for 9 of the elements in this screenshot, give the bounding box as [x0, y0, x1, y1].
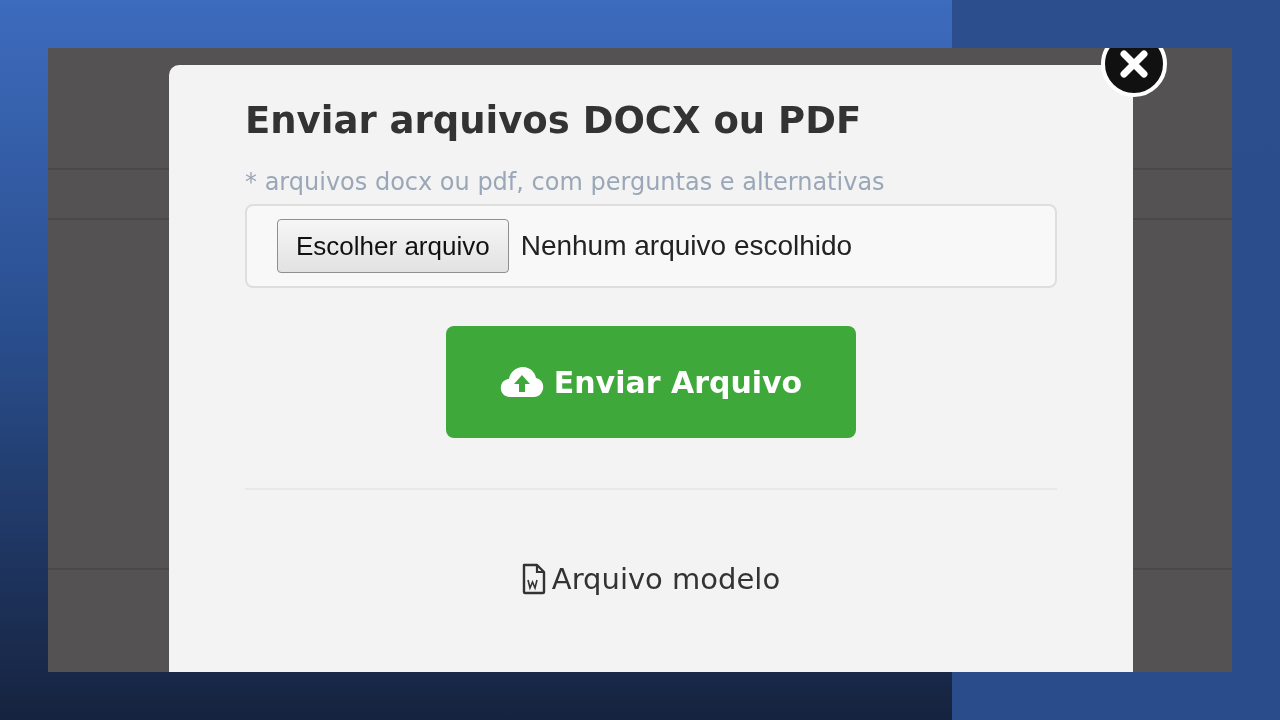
template-link[interactable]: Arquivo modelo: [521, 562, 781, 596]
file-input[interactable]: Escolher arquivo Nenhum arquivo escolhido: [245, 204, 1057, 288]
choose-file-button[interactable]: Escolher arquivo: [277, 219, 509, 273]
file-status: Nenhum arquivo escolhido: [520, 230, 853, 262]
close-icon[interactable]: [1099, 48, 1169, 99]
file-hint: * arquivos docx ou pdf, com perguntas e alternativas: [245, 168, 886, 196]
word-document-icon: [521, 563, 546, 595]
dialog-title: Enviar arquivos DOCX ou PDF: [245, 99, 863, 142]
cloud-upload-icon: [499, 366, 544, 398]
